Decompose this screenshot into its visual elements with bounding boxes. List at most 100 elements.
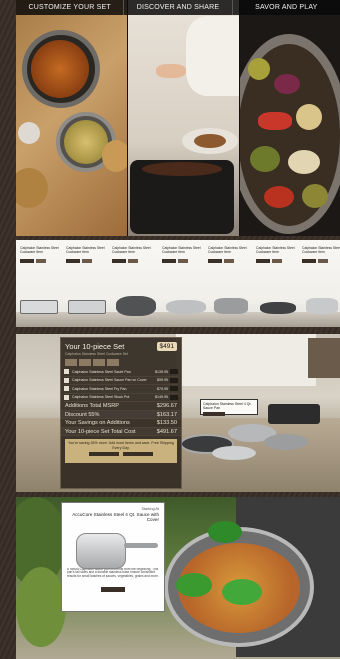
card-shop-button[interactable] xyxy=(101,586,125,592)
set-title: Your 10-piece Set xyxy=(65,342,125,351)
cookware-product-strip: Calphalon Stainless Steel Cookware Item … xyxy=(16,240,340,327)
item-name: Calphalon Stainless Steel Sauté Pan xyxy=(72,369,131,374)
roasting-pan xyxy=(68,300,106,314)
details-button[interactable] xyxy=(112,259,126,263)
summary-label: Discount 55% xyxy=(65,411,100,418)
add-button[interactable] xyxy=(36,259,46,263)
cookware-pan xyxy=(264,434,308,450)
summary-table: Additions Total MSRP $296.67 Discount 55%… xyxy=(61,402,181,437)
thumbnail[interactable] xyxy=(65,359,77,366)
cookware-pan xyxy=(212,446,256,460)
roasting-pan xyxy=(20,300,58,314)
cooktop xyxy=(268,404,320,424)
view-details-button[interactable] xyxy=(89,452,119,457)
skillet xyxy=(260,302,296,314)
item-price: $139.95 xyxy=(155,369,168,374)
product-title: Calphalon Stainless Steel Cookware Item xyxy=(208,246,247,254)
hero-panel-customize[interactable] xyxy=(16,0,127,236)
item-checkbox[interactable] xyxy=(64,386,69,392)
details-button[interactable] xyxy=(162,259,176,263)
card-title: AccuCore Stainless Steel 4 Qt. Sauce wit… xyxy=(72,511,159,522)
details-button[interactable] xyxy=(302,259,316,263)
quantity-select[interactable] xyxy=(170,386,178,392)
thumbnail[interactable] xyxy=(93,359,105,366)
summary-value: $491.67 xyxy=(156,428,177,435)
hero-panel-savor[interactable] xyxy=(240,0,340,236)
add-button[interactable] xyxy=(318,259,328,263)
item-name: Calphalon Stainless Steel Sauce Pan w/ C… xyxy=(72,378,147,383)
promo-text: You're saving 35% more. Add more items a… xyxy=(68,441,174,450)
item-price: $79.95 xyxy=(157,386,168,391)
savings-promo: You're saving 35% more. Add more items a… xyxy=(65,439,177,464)
set-summary-panel: Your 10-piece Set $491 Calphalon Stainle… xyxy=(60,337,182,489)
summary-row: Your 10-piece Set Total Cost $491.67 xyxy=(61,427,181,437)
set-item-row[interactable]: Calphalon Stainless Steel Stock Pot $149… xyxy=(64,394,178,402)
item-price: $99.95 xyxy=(157,378,168,383)
summary-label: Additions Total MSRP xyxy=(65,403,119,409)
set-thumbnails xyxy=(61,357,181,368)
product-card: Starting At AccuCore Stainless Steel 4 Q… xyxy=(61,502,165,612)
product-title: Calphalon Stainless Steel Cookware Item xyxy=(256,246,295,254)
pan-handle xyxy=(124,543,158,548)
summary-row: Additions Total MSRP $296.67 xyxy=(61,402,181,411)
add-button[interactable] xyxy=(128,259,138,263)
item-checkbox[interactable] xyxy=(64,377,69,383)
summary-value: $163.17 xyxy=(156,411,177,418)
summary-label: Your Savings on Additions xyxy=(65,420,130,427)
quantity-select[interactable] xyxy=(170,377,178,383)
details-button[interactable] xyxy=(20,259,34,263)
tooltip-add-button[interactable] xyxy=(203,412,225,416)
basil-leaf xyxy=(222,579,262,605)
basil-leaf xyxy=(208,521,242,543)
item-price: $149.95 xyxy=(155,395,168,400)
hero-panel-discover[interactable] xyxy=(128,0,239,236)
product-title: Calphalon Stainless Steel Cookware Item xyxy=(66,246,105,254)
hero-banner: CUSTOMIZE YOUR SET DISCOVER AND SHARE SA… xyxy=(16,0,340,236)
add-button[interactable] xyxy=(224,259,234,263)
add-button[interactable] xyxy=(178,259,188,263)
shelf xyxy=(308,338,340,378)
thumbnail[interactable] xyxy=(79,359,91,366)
tooltip-text: Calphalon Stainless Steel 4 Qt. Sauce Pa… xyxy=(203,402,252,410)
product-title: Calphalon Stainless Steel Cookware Item xyxy=(302,246,340,254)
summary-row: Your Savings on Additions $133.50 xyxy=(61,419,181,428)
sauce-pan-image xyxy=(76,533,126,569)
item-checkbox[interactable] xyxy=(64,394,69,400)
product-title: Calphalon Stainless Steel Cookware Item xyxy=(20,246,59,254)
summary-row: Discount 55% $163.17 xyxy=(61,410,181,420)
fry-pan xyxy=(166,300,206,314)
product-title: Calphalon Stainless Steel Cookware Item xyxy=(162,246,201,254)
summary-value: $133.50 xyxy=(156,420,177,427)
product-title: Calphalon Stainless Steel Cookware Item xyxy=(112,246,151,254)
item-name: Calphalon Stainless Steel Stock Pot xyxy=(72,395,130,400)
set-item-row[interactable]: Calphalon Stainless Steel Sauté Pan $139… xyxy=(64,368,178,377)
quantity-select[interactable] xyxy=(170,369,178,375)
herb-leaves xyxy=(16,567,66,647)
tab-customize-your-set[interactable]: CUSTOMIZE YOUR SET xyxy=(16,0,125,15)
summary-value: $296.67 xyxy=(156,403,177,409)
set-item-row[interactable]: Calphalon Stainless Steel Fry Pan $79.95 xyxy=(64,385,178,394)
item-name: Calphalon Stainless Steel Fry Pan xyxy=(72,386,127,391)
hero-tab-bar: CUSTOMIZE YOUR SET DISCOVER AND SHARE SA… xyxy=(16,0,340,15)
set-price: $491 xyxy=(156,342,177,351)
details-button[interactable] xyxy=(256,259,270,263)
add-button[interactable] xyxy=(272,259,282,263)
basil-leaf xyxy=(176,573,212,597)
stock-pot xyxy=(306,298,338,314)
details-button[interactable] xyxy=(66,259,80,263)
add-to-cart-button[interactable] xyxy=(123,452,153,457)
details-button[interactable] xyxy=(208,259,222,263)
summary-label: Your 10-piece Set Total Cost xyxy=(65,428,136,435)
tab-savor-and-play[interactable]: SAVOR AND PLAY xyxy=(233,0,340,15)
add-button[interactable] xyxy=(82,259,92,263)
quantity-select[interactable] xyxy=(170,394,178,400)
tab-discover-and-share[interactable]: DISCOVER AND SHARE xyxy=(124,0,233,15)
card-description: A robust Calphalon sauce pan is a must f… xyxy=(67,567,159,579)
item-checkbox[interactable] xyxy=(64,369,69,375)
thumbnail[interactable] xyxy=(107,359,119,366)
shelf xyxy=(16,312,340,327)
window xyxy=(176,334,316,386)
set-configurator-scene: Your 10-piece Set $491 Calphalon Stainle… xyxy=(16,334,340,492)
set-item-row[interactable]: Calphalon Stainless Steel Sauce Pan w/ C… xyxy=(64,377,178,385)
dutch-oven xyxy=(116,296,156,316)
